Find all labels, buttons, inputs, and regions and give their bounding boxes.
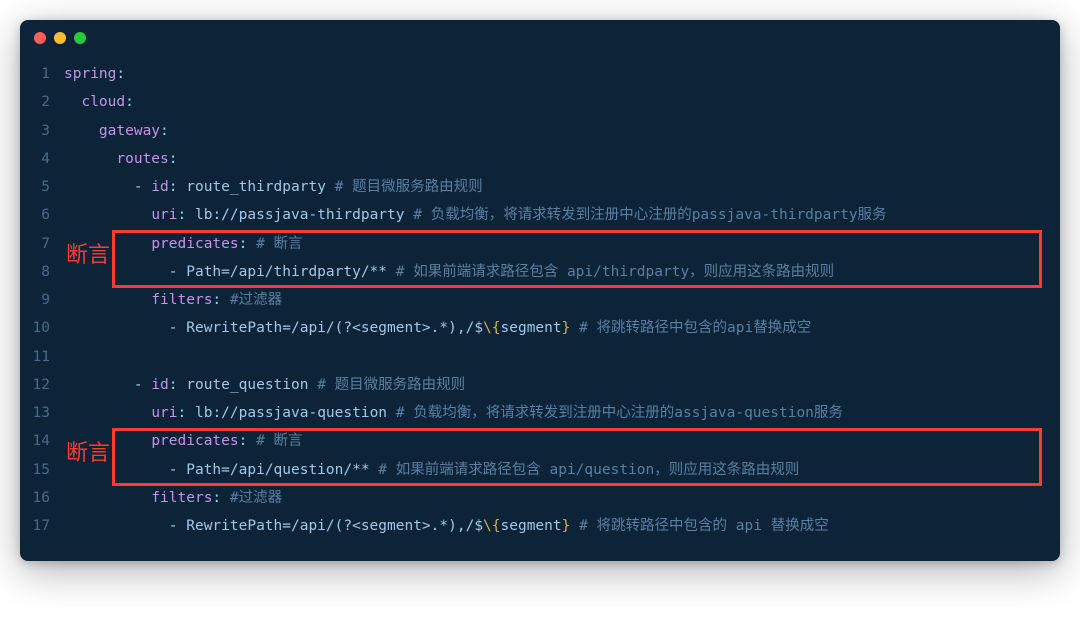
yaml-comment: # 负载均衡，将请求转发到注册中心注册的passjava-thirdparty服… — [413, 207, 886, 223]
code-line: 9 filters: #过滤器 — [20, 286, 1060, 314]
maximize-icon[interactable] — [74, 32, 86, 44]
yaml-comment: # 如果前端请求路径包含 api/question，则应用这条路由规则 — [378, 462, 799, 478]
line-number: 17 — [20, 512, 64, 540]
code-line: 16 filters: #过滤器 — [20, 484, 1060, 512]
yaml-key: filters — [151, 292, 212, 308]
line-number: 13 — [20, 399, 64, 427]
escape-char: } — [562, 518, 571, 534]
yaml-value: lb://passjava-thirdparty — [195, 207, 405, 223]
yaml-value: RewritePath=/api/(?<segment>.*),/$ — [186, 320, 483, 336]
code-line: 5 - id: route_thirdparty # 题目微服务路由规则 — [20, 173, 1060, 201]
code-line: 4 routes: — [20, 145, 1060, 173]
yaml-key: routes — [116, 151, 168, 167]
yaml-key: cloud — [81, 94, 125, 110]
yaml-comment: # 将跳转路径中包含的 api 替换成空 — [579, 518, 829, 534]
yaml-comment: # 断言 — [256, 236, 302, 252]
line-number: 16 — [20, 484, 64, 512]
line-number: 5 — [20, 173, 64, 201]
line-number: 8 — [20, 258, 64, 286]
escape-char: \{ — [483, 518, 500, 534]
yaml-value: route_question — [186, 377, 308, 393]
code-area[interactable]: 断言 断言 1 spring: 2 cloud: 3 gateway: 4 ro… — [20, 56, 1060, 561]
escape-char: \{ — [483, 320, 500, 336]
yaml-key: uri — [151, 405, 177, 421]
yaml-comment: # 负载均衡，将请求转发到注册中心注册的assjava-question服务 — [396, 405, 843, 421]
code-line: 15 - Path=/api/question/** # 如果前端请求路径包含 … — [20, 456, 1060, 484]
yaml-comment: # 如果前端请求路径包含 api/thirdparty，则应用这条路由规则 — [396, 264, 834, 280]
line-number: 7 — [20, 230, 64, 258]
code-line: 12 - id: route_question # 题目微服务路由规则 — [20, 371, 1060, 399]
line-number: 2 — [20, 88, 64, 116]
code-line: 11 — [20, 343, 1060, 371]
annotation-assertion-2: 断言 — [66, 432, 110, 475]
line-number: 15 — [20, 456, 64, 484]
code-line: 10 - RewritePath=/api/(?<segment>.*),/$\… — [20, 314, 1060, 342]
yaml-comment: # 将跳转路径中包含的api替换成空 — [579, 320, 811, 336]
window-titlebar — [20, 20, 1060, 56]
yaml-key: gateway — [99, 123, 160, 139]
yaml-key: spring — [64, 66, 116, 82]
code-line: 6 uri: lb://passjava-thirdparty # 负载均衡，将… — [20, 201, 1060, 229]
close-icon[interactable] — [34, 32, 46, 44]
annotation-assertion-1: 断言 — [66, 234, 110, 277]
line-number: 14 — [20, 427, 64, 455]
minimize-icon[interactable] — [54, 32, 66, 44]
code-window: 断言 断言 1 spring: 2 cloud: 3 gateway: 4 ro… — [20, 20, 1060, 561]
line-number: 12 — [20, 371, 64, 399]
line-number: 3 — [20, 117, 64, 145]
line-number: 6 — [20, 201, 64, 229]
yaml-key: id — [151, 179, 168, 195]
code-line: 8 - Path=/api/thirdparty/** # 如果前端请求路径包含… — [20, 258, 1060, 286]
code-line: 14 predicates: # 断言 — [20, 427, 1060, 455]
yaml-key: predicates — [151, 433, 238, 449]
yaml-comment: #过滤器 — [230, 292, 282, 308]
line-number: 11 — [20, 343, 64, 371]
yaml-value: Path=/api/thirdparty/** — [186, 264, 387, 280]
code-line: 17 - RewritePath=/api/(?<segment>.*),/$\… — [20, 512, 1060, 540]
code-line: 1 spring: — [20, 60, 1060, 88]
yaml-value: Path=/api/question/** — [186, 462, 369, 478]
yaml-comment: # 题目微服务路由规则 — [335, 179, 483, 195]
code-line: 2 cloud: — [20, 88, 1060, 116]
yaml-comment: #过滤器 — [230, 490, 282, 506]
line-number: 1 — [20, 60, 64, 88]
line-number: 9 — [20, 286, 64, 314]
yaml-key: id — [151, 377, 168, 393]
yaml-comment: # 题目微服务路由规则 — [317, 377, 465, 393]
yaml-key: filters — [151, 490, 212, 506]
line-number: 10 — [20, 314, 64, 342]
escape-char: } — [562, 320, 571, 336]
yaml-key: uri — [151, 207, 177, 223]
code-line: 7 predicates: # 断言 — [20, 230, 1060, 258]
yaml-value: lb://passjava-question — [195, 405, 387, 421]
yaml-value: RewritePath=/api/(?<segment>.*),/$ — [186, 518, 483, 534]
line-number: 4 — [20, 145, 64, 173]
code-line: 3 gateway: — [20, 117, 1060, 145]
yaml-value: segment — [501, 518, 562, 534]
code-line: 13 uri: lb://passjava-question # 负载均衡，将请… — [20, 399, 1060, 427]
yaml-value: route_thirdparty — [186, 179, 326, 195]
yaml-comment: # 断言 — [256, 433, 302, 449]
yaml-key: predicates — [151, 236, 238, 252]
yaml-value: segment — [501, 320, 562, 336]
